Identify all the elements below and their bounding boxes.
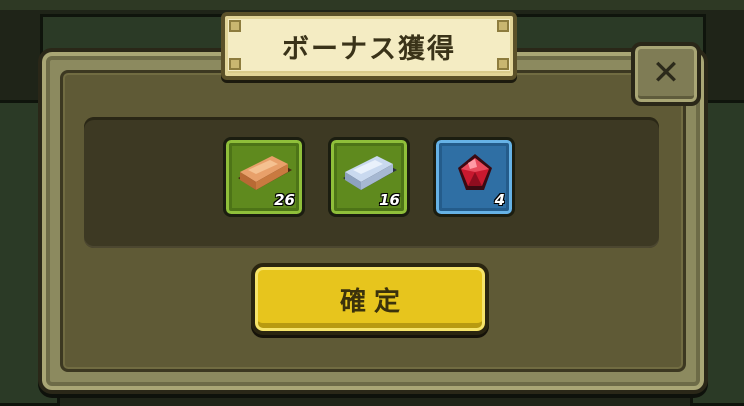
banner-rivet — [497, 20, 509, 32]
banner-rivet — [229, 58, 241, 70]
reward-slot-red-gem[interactable]: 4 — [433, 137, 515, 217]
reward-slot-silver-ingot[interactable]: 16 — [328, 137, 410, 217]
close-icon: ✕ — [651, 53, 681, 93]
close-button[interactable]: ✕ — [631, 42, 701, 106]
confirm-button[interactable]: 確定 — [251, 263, 489, 335]
title-banner: ボーナス獲得 — [221, 12, 517, 80]
reward-count: 16 — [379, 191, 400, 209]
reward-count: 26 — [274, 191, 295, 209]
bonus-dialog — [38, 48, 708, 394]
dialog-title: ボーナス獲得 — [282, 33, 456, 65]
banner-rivet — [497, 58, 509, 70]
banner-rivet — [229, 20, 241, 32]
confirm-button-label: 確定 — [339, 286, 408, 317]
reward-count: 4 — [494, 191, 505, 209]
reward-slot-copper-ingot[interactable]: 26 — [223, 137, 305, 217]
background-strip — [0, 0, 744, 10]
